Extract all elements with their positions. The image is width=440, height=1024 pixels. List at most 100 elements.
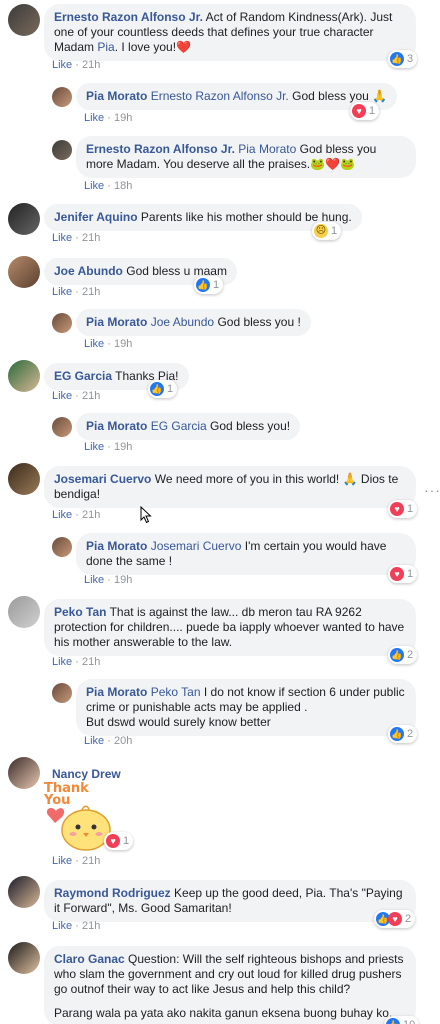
comment-text: God bless you !	[217, 315, 301, 329]
reaction-count[interactable]: 👍 3	[388, 50, 418, 68]
comment-author[interactable]: Josemari Cuervo	[54, 472, 151, 486]
comment-author[interactable]: Peko Tan	[54, 605, 106, 619]
mention-link[interactable]: Joe Abundo	[151, 315, 214, 329]
reaction-count[interactable]: ♥ 1	[388, 565, 418, 583]
avatar[interactable]	[52, 313, 72, 333]
comment-author[interactable]: Ernesto Razon Alfonso Jr.	[86, 142, 235, 156]
like-link[interactable]: Like	[52, 656, 72, 668]
like-reaction-icon: 👍	[390, 648, 404, 662]
timestamp[interactable]: 19h	[114, 441, 132, 453]
comment-meta: Like · 21h	[52, 855, 101, 867]
reaction-count[interactable]: 👍 ♥ 2	[374, 910, 416, 928]
timestamp[interactable]: 21h	[82, 232, 100, 244]
comment-author[interactable]: Claro Ganac	[54, 952, 125, 966]
avatar[interactable]	[8, 203, 40, 235]
like-link[interactable]: Like	[52, 232, 72, 244]
avatar[interactable]	[52, 537, 72, 557]
emoji: 🐸❤️🐸	[310, 157, 355, 171]
timestamp[interactable]: 20h	[114, 735, 132, 747]
reaction-count[interactable]: ♥ 1	[350, 102, 380, 120]
love-reaction-icon: ♥	[390, 567, 404, 581]
comment-meta: Like · 18h	[84, 180, 133, 192]
like-link[interactable]: Like	[52, 509, 72, 521]
mention-link[interactable]: Josemari Cuervo	[151, 539, 242, 553]
mention-link[interactable]: Ernesto Razon Alfonso Jr.	[151, 89, 289, 103]
comment-author[interactable]: Pia Morato	[86, 685, 147, 699]
avatar[interactable]	[52, 683, 72, 703]
comment-author[interactable]: EG Garcia	[54, 369, 112, 383]
reaction-count[interactable]: ♥ 1	[104, 832, 134, 850]
timestamp[interactable]: 21h	[82, 656, 100, 668]
like-link[interactable]: Like	[84, 574, 104, 586]
avatar[interactable]	[8, 4, 40, 36]
timestamp[interactable]: 21h	[82, 59, 100, 71]
comment-author[interactable]: Ernesto Razon Alfonso Jr.	[54, 10, 203, 24]
pray-emoji: 🙏	[372, 89, 388, 103]
like-link[interactable]: Like	[84, 338, 104, 350]
reply-bubble: Ernesto Razon Alfonso Jr. Pia Morato God…	[76, 136, 416, 178]
comment-bubble: Peko Tan That is against the law... db m…	[44, 599, 416, 656]
like-link[interactable]: Like	[52, 286, 72, 298]
like-link[interactable]: Like	[84, 112, 104, 124]
reaction-count[interactable]: 👍 2	[388, 646, 418, 664]
reply-bubble: Pia Morato Ernesto Razon Alfonso Jr. God…	[76, 83, 398, 110]
comment-author[interactable]: Pia Morato	[86, 419, 147, 433]
comment-author[interactable]: Raymond Rodriguez	[54, 886, 171, 900]
comment-author[interactable]: Pia Morato	[86, 89, 147, 103]
timestamp[interactable]: 18h	[114, 180, 132, 192]
like-link[interactable]: Like	[84, 735, 104, 747]
timestamp[interactable]: 21h	[82, 509, 100, 521]
reaction-count[interactable]: 👍 1	[194, 276, 224, 294]
comment-author[interactable]: Joe Abundo	[54, 264, 123, 278]
avatar[interactable]	[52, 87, 72, 107]
like-link[interactable]: Like	[52, 390, 72, 402]
comment-bubble: Raymond Rodriguez Keep up the good deed,…	[44, 880, 416, 922]
timestamp[interactable]: 21h	[82, 855, 100, 867]
like-reaction-icon: 👍	[390, 727, 404, 741]
avatar[interactable]	[8, 876, 40, 908]
mention-link[interactable]: EG Garcia	[151, 419, 207, 433]
comment-text: That is against the law... db meron tau …	[54, 605, 405, 649]
mention-link[interactable]: Pia Morato	[238, 142, 296, 156]
reaction-count[interactable]: 👍10	[384, 1016, 420, 1024]
comment-meta: Like · 21h	[52, 232, 101, 244]
reaction-count[interactable]: 👍 1	[148, 380, 178, 398]
timestamp[interactable]: 21h	[82, 390, 100, 402]
comment-author[interactable]: Nancy Drew	[52, 767, 121, 781]
avatar[interactable]	[8, 256, 40, 288]
reply-bubble: Pia Morato EG Garcia God bless you!	[76, 413, 301, 440]
timestamp[interactable]: 19h	[114, 574, 132, 586]
comment-meta: Like · 21h	[52, 509, 101, 521]
more-options-icon[interactable]: ···	[424, 482, 440, 498]
avatar[interactable]	[52, 140, 72, 160]
reaction-count[interactable]: 👍 2	[388, 725, 418, 743]
avatar[interactable]	[8, 463, 40, 495]
love-reaction-icon: ♥	[390, 502, 404, 516]
like-link[interactable]: Like	[52, 59, 72, 71]
avatar[interactable]	[52, 417, 72, 437]
avatar[interactable]	[8, 757, 40, 789]
comment-author[interactable]: Jenifer Aquino	[54, 210, 138, 224]
comment-bubble: Claro Ganac Question: Will the self righ…	[44, 946, 416, 1024]
timestamp[interactable]: 19h	[114, 338, 132, 350]
mention-link[interactable]: Pia	[97, 40, 114, 54]
avatar[interactable]	[8, 942, 40, 974]
reaction-count[interactable]: ♥ 1	[388, 500, 418, 518]
reaction-count[interactable]: ☹ 1	[312, 222, 342, 240]
reply-bubble: Pia Morato Josemari Cuervo I'm certain y…	[76, 533, 416, 575]
like-link[interactable]: Like	[84, 441, 104, 453]
comment-meta: Like · 21h	[52, 390, 101, 402]
comment-author[interactable]: Pia Morato	[86, 315, 147, 329]
timestamp[interactable]: 21h	[82, 286, 100, 298]
avatar[interactable]	[8, 360, 40, 392]
comment-meta: Like · 19h	[84, 441, 133, 453]
timestamp[interactable]: 19h	[114, 112, 132, 124]
timestamp[interactable]: 21h	[82, 920, 100, 932]
avatar[interactable]	[8, 596, 40, 628]
like-link[interactable]: Like	[84, 180, 104, 192]
comment-author[interactable]: Pia Morato	[86, 539, 147, 553]
comment-bubble: Josemari Cuervo We need more of you in t…	[44, 466, 416, 508]
like-link[interactable]: Like	[52, 855, 72, 867]
mention-link[interactable]: Peko Tan	[151, 685, 201, 699]
like-link[interactable]: Like	[52, 920, 72, 932]
